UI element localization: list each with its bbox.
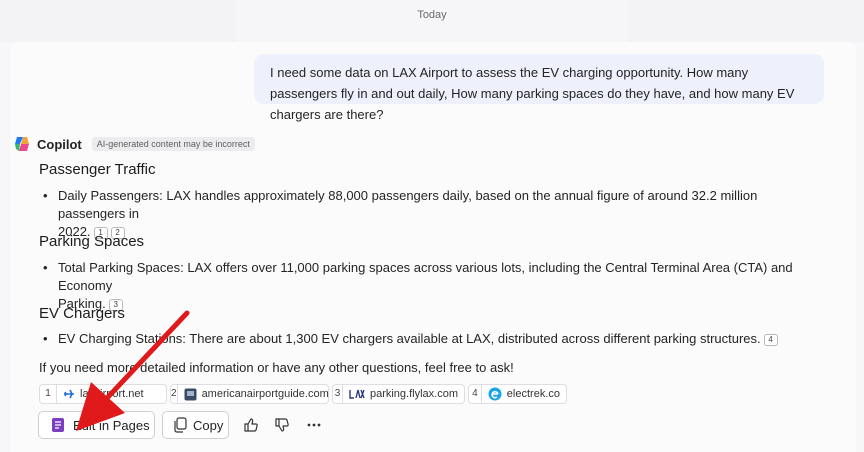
closing-text: If you need more detailed information or… [39,360,514,375]
copilot-name: Copilot [37,136,82,152]
citation-4[interactable]: 4 [763,334,778,346]
edit-in-pages-label: Edit in Pages [73,417,150,433]
source-name: laxairport.net [80,388,144,400]
user-message-bubble: I need some data on LAX Airport to asses… [254,54,824,122]
bullet-text: EV Charging Stations: There are about 1,… [58,331,761,346]
copy-button[interactable]: Copy [162,411,229,439]
pages-icon [51,417,65,433]
copy-icon [173,417,187,433]
thumbs-up-icon [244,418,258,432]
bullet-text: Daily Passengers: LAX handles approximat… [58,188,758,221]
section-heading-parking-spaces: Parking Spaces [39,233,145,250]
lax-logo-icon [349,389,365,399]
section-heading-ev-chargers: EV Chargers [39,305,125,322]
source-chip-3[interactable]: 3 parking.flylax.com [332,384,465,404]
source-number: 2 [171,385,178,403]
more-options-icon [307,423,321,427]
top-band [0,0,864,42]
date-separator: Today [417,9,447,21]
ai-disclaimer-badge: AI-generated content may be incorrect [91,137,255,151]
source-chip-1[interactable]: 1 laxairport.net [39,384,167,404]
source-name: electrek.co [506,388,560,400]
source-number: 4 [469,385,482,403]
list-item: • Daily Passengers: LAX handles approxim… [43,188,758,239]
list-item: • EV Charging Stations: There are about … [43,330,823,348]
bullet-text: Total Parking Spaces: LAX offers over 11… [58,260,793,293]
airplane-icon [63,388,75,400]
edit-in-pages-button[interactable]: Edit in Pages [38,411,155,439]
electrek-e-icon [488,387,502,401]
thumbs-up-button[interactable] [240,414,262,436]
copilot-header: Copilot AI-generated content may be inco… [13,135,255,153]
source-number: 1 [40,385,57,403]
section-heading-passenger-traffic: Passenger Traffic [39,161,156,178]
source-chip-4[interactable]: 4 electrek.co [468,384,567,404]
copy-label: Copy [193,417,224,433]
copilot-logo-icon [15,137,29,151]
more-options-button[interactable] [303,414,325,436]
source-name: americanairportguide.com [201,388,329,400]
thumbs-down-icon [275,418,289,432]
site-thumbnail-icon [184,388,197,401]
source-number: 3 [333,385,343,403]
source-name: parking.flylax.com [369,388,458,400]
source-chip-2[interactable]: 2 americanairportguide.com [170,384,329,404]
list-item: • Total Parking Spaces: LAX offers over … [43,260,793,311]
thumbs-down-button[interactable] [271,414,293,436]
